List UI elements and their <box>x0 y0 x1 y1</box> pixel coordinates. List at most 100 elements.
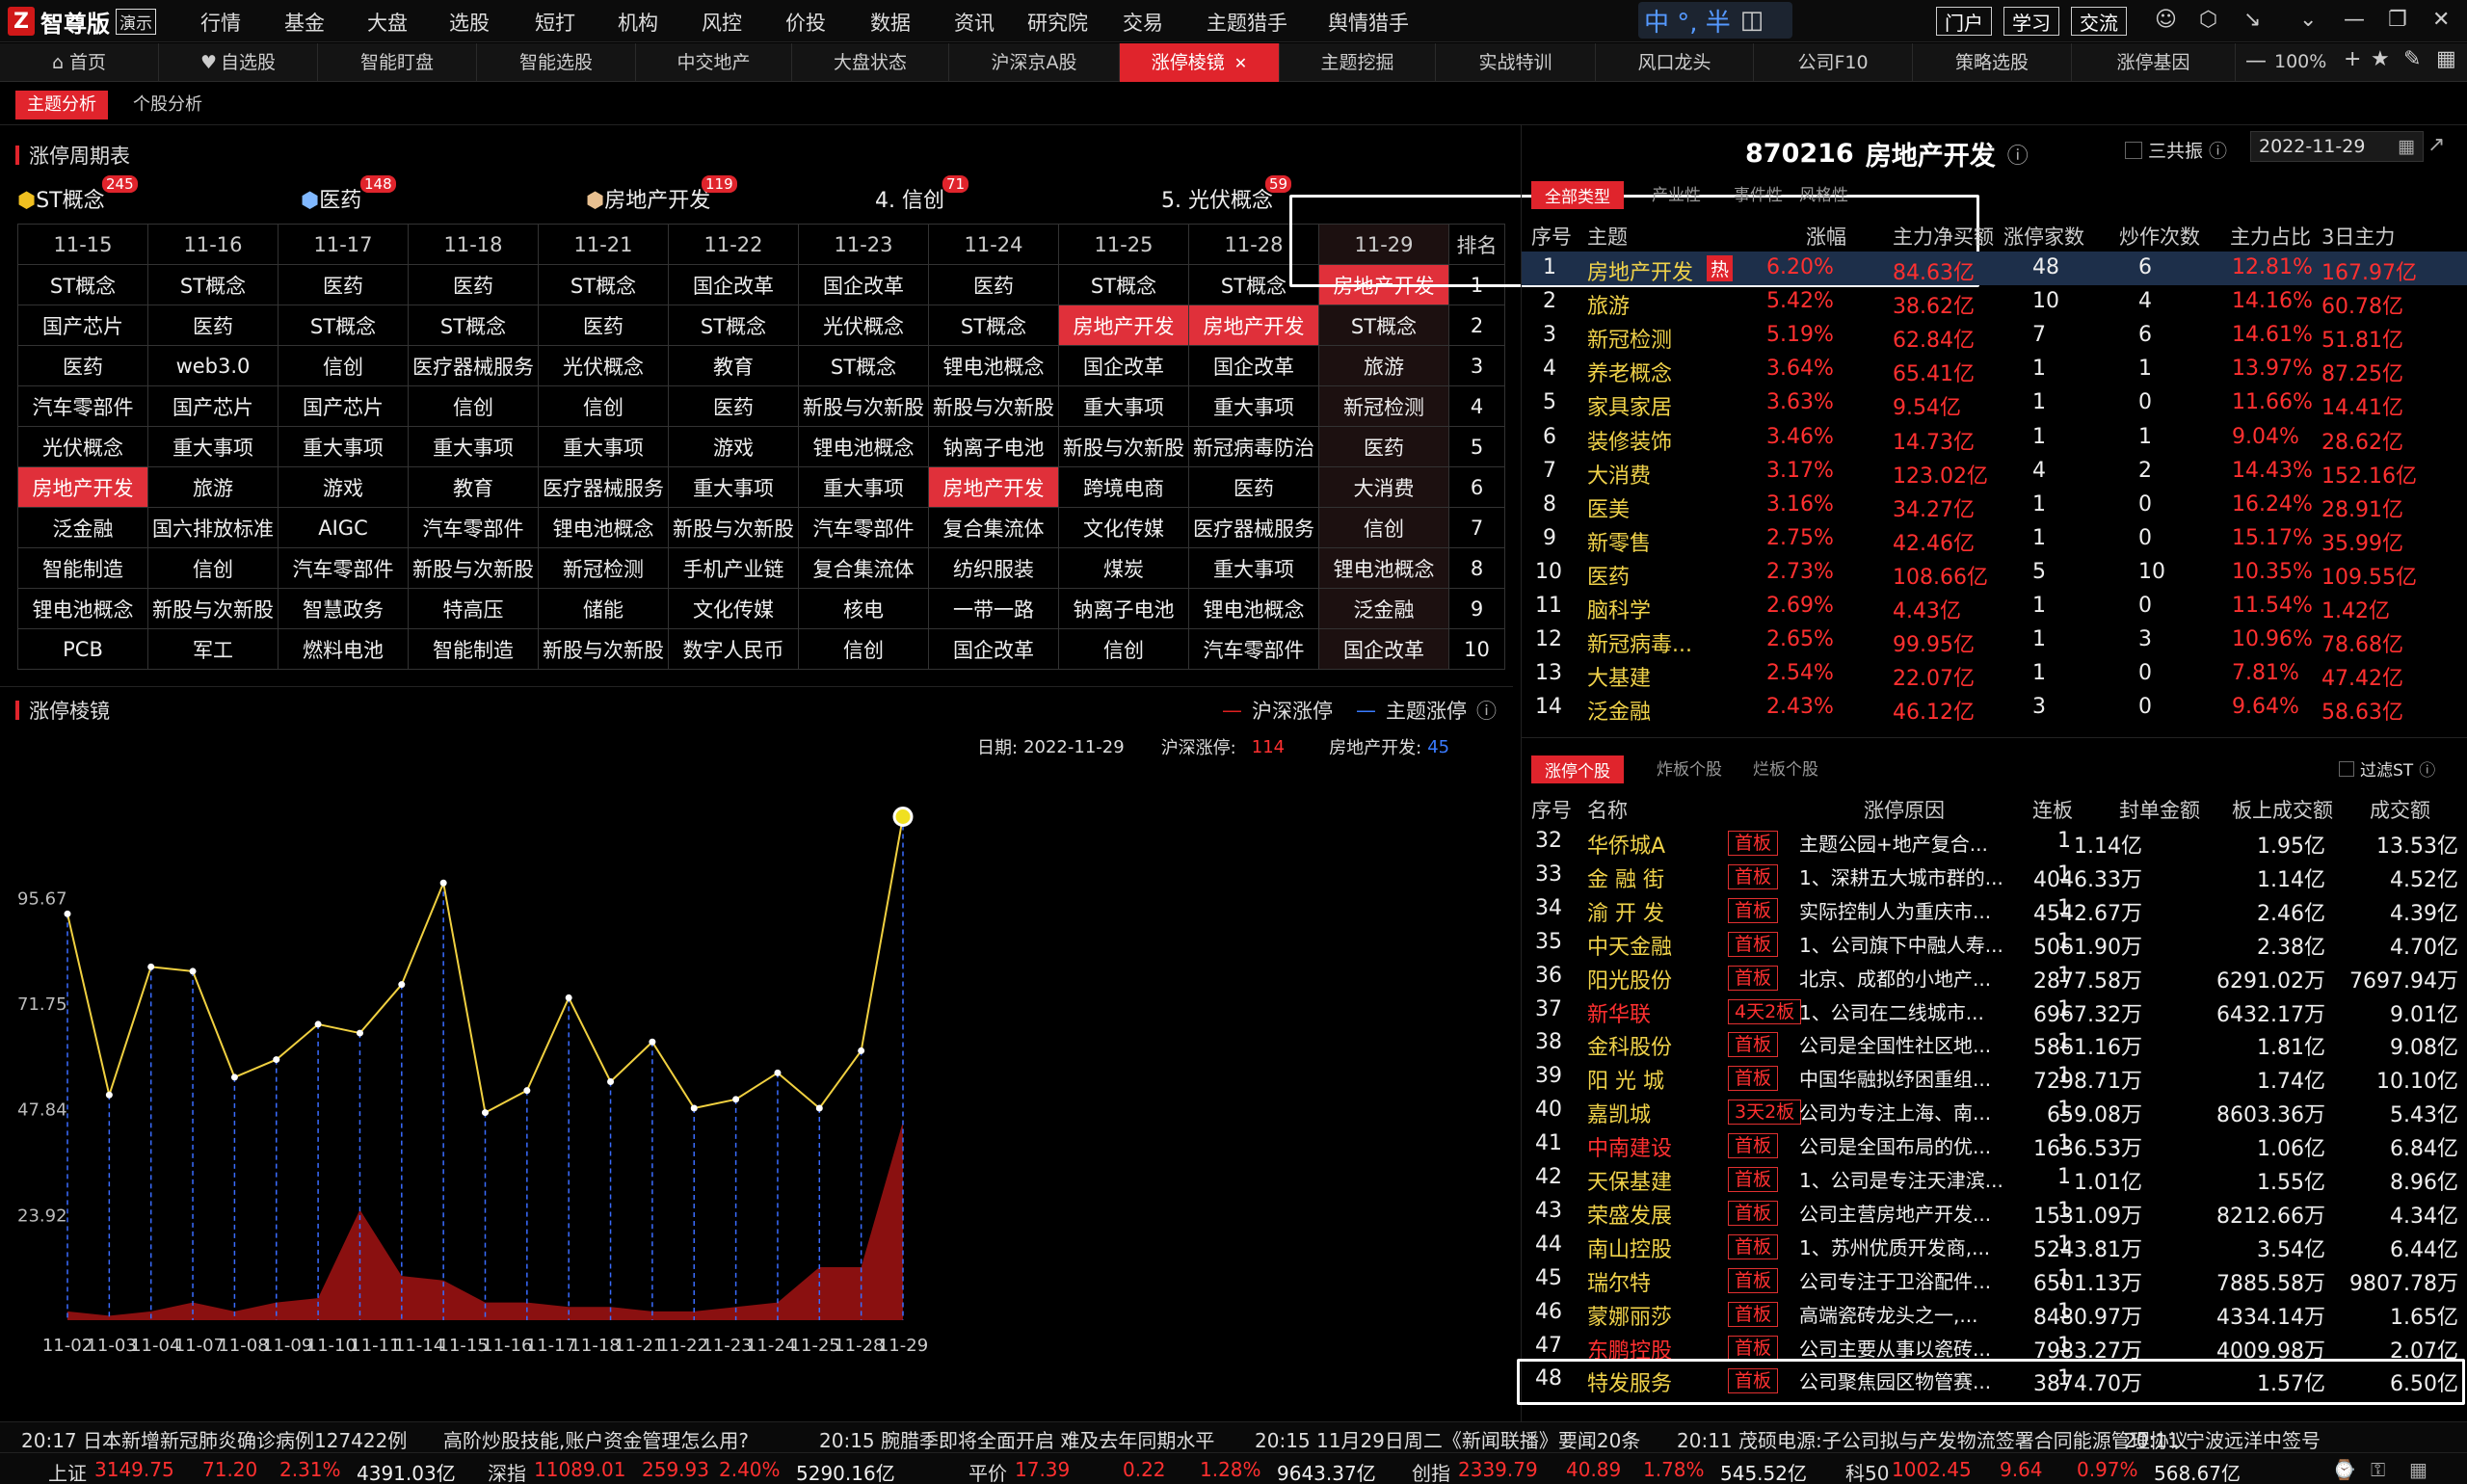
topic-col-header[interactable]: 序号 <box>1531 222 1572 251</box>
cycle-cell[interactable]: 重大事项 <box>1188 385 1319 427</box>
hs-point[interactable] <box>105 1091 113 1099</box>
stock-name[interactable]: 荣盛发展 <box>1587 1199 1672 1230</box>
hs-point[interactable] <box>314 1020 322 1028</box>
hs-point[interactable] <box>774 1069 782 1076</box>
stock-col-header[interactable]: 成交额 <box>2370 795 2430 824</box>
topic-col-header[interactable]: 涨幅 <box>1806 222 1846 251</box>
cycle-cell[interactable]: 燃料电池 <box>278 628 409 670</box>
topic-rank-item[interactable]: 5. 光伏概念 59 <box>1161 175 1292 214</box>
limit-reason[interactable]: 公司是全国布局的优... <box>1799 1131 2011 1159</box>
stock-row[interactable]: 33 金 融 街首板 1、深耕五大城市群的... 1 4046.33万 1.14亿 4.52… <box>1522 859 2467 892</box>
cycle-cell[interactable]: 文化传媒 <box>668 588 799 629</box>
topic-row[interactable]: 2 旅游 5.42% 38.62亿 10 4 14.16% 60.78亿 <box>1522 285 2467 319</box>
subtab-topic-analysis[interactable]: 主题分析 <box>15 91 108 119</box>
zoom-out-icon[interactable]: — <box>2245 49 2267 73</box>
hs-point[interactable] <box>892 807 914 827</box>
layout-icon[interactable]: ▦ <box>2409 1458 2427 1481</box>
cycle-cell[interactable]: 大消费 <box>1318 466 1449 508</box>
close-icon[interactable]: ✕ <box>2432 8 2450 32</box>
tab-item[interactable]: 智能盯盘 <box>318 43 477 82</box>
hs-point[interactable] <box>273 1056 280 1064</box>
topic-rank-item[interactable]: ⬢医药 148 <box>301 175 396 214</box>
cycle-cell[interactable]: 国企改革 <box>1058 345 1189 386</box>
limit-reason[interactable]: 中国华融拟纾困重组... <box>1799 1064 2011 1092</box>
topic-row[interactable]: 6 装修装饰 3.46% 14.73亿 1 1 9.04% 28.62亿 <box>1522 421 2467 455</box>
cycle-cell[interactable]: 信创 <box>538 385 669 427</box>
exchange-button[interactable]: 交流 <box>2071 7 2127 36</box>
limit-reason[interactable]: 公司是全国性社区地... <box>1799 1030 2011 1058</box>
cycle-cell[interactable]: 医疗器械服务 <box>538 466 669 508</box>
clock-icon[interactable]: ⌚ <box>2332 1458 2356 1481</box>
prism-chart[interactable]: 23.92 47.84 71.75 95.67 11-0211-0311-0411-07… <box>0 761 1513 1421</box>
cycle-cell[interactable]: 锂电池概念 <box>798 426 929 467</box>
cycle-cell[interactable]: 汽车零部件 <box>17 385 148 427</box>
learn-button[interactable]: 学习 <box>2003 7 2059 36</box>
topic-col-header[interactable]: 主力占比 <box>2230 222 2311 251</box>
app-logo[interactable]: Z 智尊版 演示 <box>8 4 156 39</box>
cycle-cell[interactable]: 光伏概念 <box>798 305 929 346</box>
stock-name[interactable]: 金 融 街 <box>1587 862 1664 893</box>
cycle-cell[interactable]: 重大事项 <box>1058 385 1189 427</box>
limit-reason[interactable]: 公司主要从事以瓷砖... <box>1799 1334 2011 1362</box>
cycle-cell[interactable]: 医药 <box>17 345 148 386</box>
stock-col-header[interactable]: 序号 <box>1531 795 1572 824</box>
cycle-cell[interactable]: AIGC <box>278 507 409 548</box>
cycle-cell[interactable]: 钠离子电池 <box>928 426 1059 467</box>
cycle-cell[interactable]: 新股与次新股 <box>1058 426 1189 467</box>
tab-item[interactable]: 智能选股 <box>477 43 636 82</box>
lock-icon[interactable]: ⚿ <box>2371 1458 2385 1481</box>
cycle-cell[interactable]: 特高压 <box>408 588 539 629</box>
cycle-cell[interactable]: 重大事项 <box>408 426 539 467</box>
topic-row[interactable]: 12 新冠病毒... 2.65% 99.95亿 1 3 10.96% 78.68亿 <box>1522 623 2467 657</box>
ime-indicator[interactable]: 中 °, 半 ◫ <box>1638 2 1792 39</box>
cycle-cell[interactable]: 跨境电商 <box>1058 466 1189 508</box>
topic-col-header[interactable]: 主题 <box>1587 222 1628 251</box>
help-circle-icon[interactable]: ⓘ <box>1476 696 1497 725</box>
stock-row[interactable]: 46 蒙娜丽莎 首板 高端瓷砖龙头之一,... 1 8480.97万 4334.14万 1.6… <box>1522 1296 2467 1330</box>
grid-icon[interactable]: ▦ <box>2436 47 2456 71</box>
stock-name[interactable]: 金科股份 <box>1587 1030 1672 1061</box>
limit-reason[interactable]: 高端瓷砖龙头之一,... <box>1799 1300 2011 1328</box>
cycle-cell[interactable]: 泛金融 <box>1318 588 1449 629</box>
cycle-cell[interactable]: 国产芯片 <box>17 305 148 346</box>
menu-item[interactable]: 选股 <box>449 8 490 37</box>
stock-name[interactable]: 阳光股份 <box>1587 964 1672 994</box>
cycle-cell[interactable]: 医疗器械服务 <box>1188 507 1319 548</box>
cycle-cell[interactable]: 复合集流体 <box>928 507 1059 548</box>
topic-row[interactable]: 4 养老概念 3.64% 65.41亿 1 1 13.97% 87.25亿 <box>1522 353 2467 386</box>
cycle-cell[interactable]: 文化传媒 <box>1058 507 1189 548</box>
cycle-cell[interactable]: 新股与次新股 <box>668 507 799 548</box>
stock-name[interactable]: 中南建设 <box>1587 1131 1672 1162</box>
menu-item[interactable]: 主题猎手 <box>1207 8 1287 37</box>
hs-point[interactable] <box>565 994 572 1001</box>
menu-item[interactable]: 价投 <box>785 8 826 37</box>
cycle-cell[interactable]: 光伏概念 <box>17 426 148 467</box>
subtab-stock-analysis[interactable]: 个股分析 <box>121 91 214 119</box>
tab-item[interactable]: 中交地产 <box>636 43 792 82</box>
tab-item[interactable]: ♥ 自选股 <box>159 43 318 82</box>
topic-rank-item[interactable]: ⬢房地产开发 119 <box>586 175 737 214</box>
cycle-cell[interactable]: ST概念 <box>668 305 799 346</box>
menu-item[interactable]: 研究院 <box>1027 8 1088 37</box>
limit-reason[interactable]: 1、深耕五大城市群的... <box>1799 862 2011 890</box>
stock-col-header[interactable]: 名称 <box>1587 795 1628 824</box>
star-icon[interactable]: ★ <box>2371 47 2390 71</box>
cycle-cell[interactable]: ST概念 <box>538 264 669 305</box>
topic-type-tab[interactable]: 事件性 <box>1734 181 1783 205</box>
stock-name[interactable]: 嘉凯城 <box>1587 1098 1651 1128</box>
portal-button[interactable]: 门户 <box>1936 7 1992 36</box>
cycle-cell[interactable]: 新股与次新股 <box>147 588 279 629</box>
cycle-cell[interactable]: 国企改革 <box>1188 345 1319 386</box>
stock-row[interactable]: 35 中天金融 首板 1、公司旗下中融人寿... 1 5061.90万 2.38亿 4.70亿 <box>1522 926 2467 960</box>
tab-item[interactable]: 涨停基因 <box>2072 43 2236 82</box>
limit-reason[interactable]: 1、公司旗下中融人寿... <box>1799 930 2011 958</box>
menu-item[interactable]: 基金 <box>284 8 325 37</box>
tab-item[interactable]: 公司F10 <box>1754 43 1913 82</box>
news-item[interactable]: 高阶炒股技能,账户资金管理怎么用? <box>443 1425 749 1453</box>
hs-point[interactable] <box>815 1104 823 1112</box>
tab-item[interactable]: 策略选股 <box>1913 43 2072 82</box>
stock-col-header[interactable]: 涨停原因 <box>1864 795 1945 824</box>
topic-row[interactable]: 8 医美 3.16% 34.27亿 1 0 16.24% 28.91亿 <box>1522 489 2467 522</box>
cycle-cell[interactable]: 汽车零部件 <box>278 547 409 589</box>
settings-icon[interactable]: ⬡ <box>2199 8 2217 32</box>
